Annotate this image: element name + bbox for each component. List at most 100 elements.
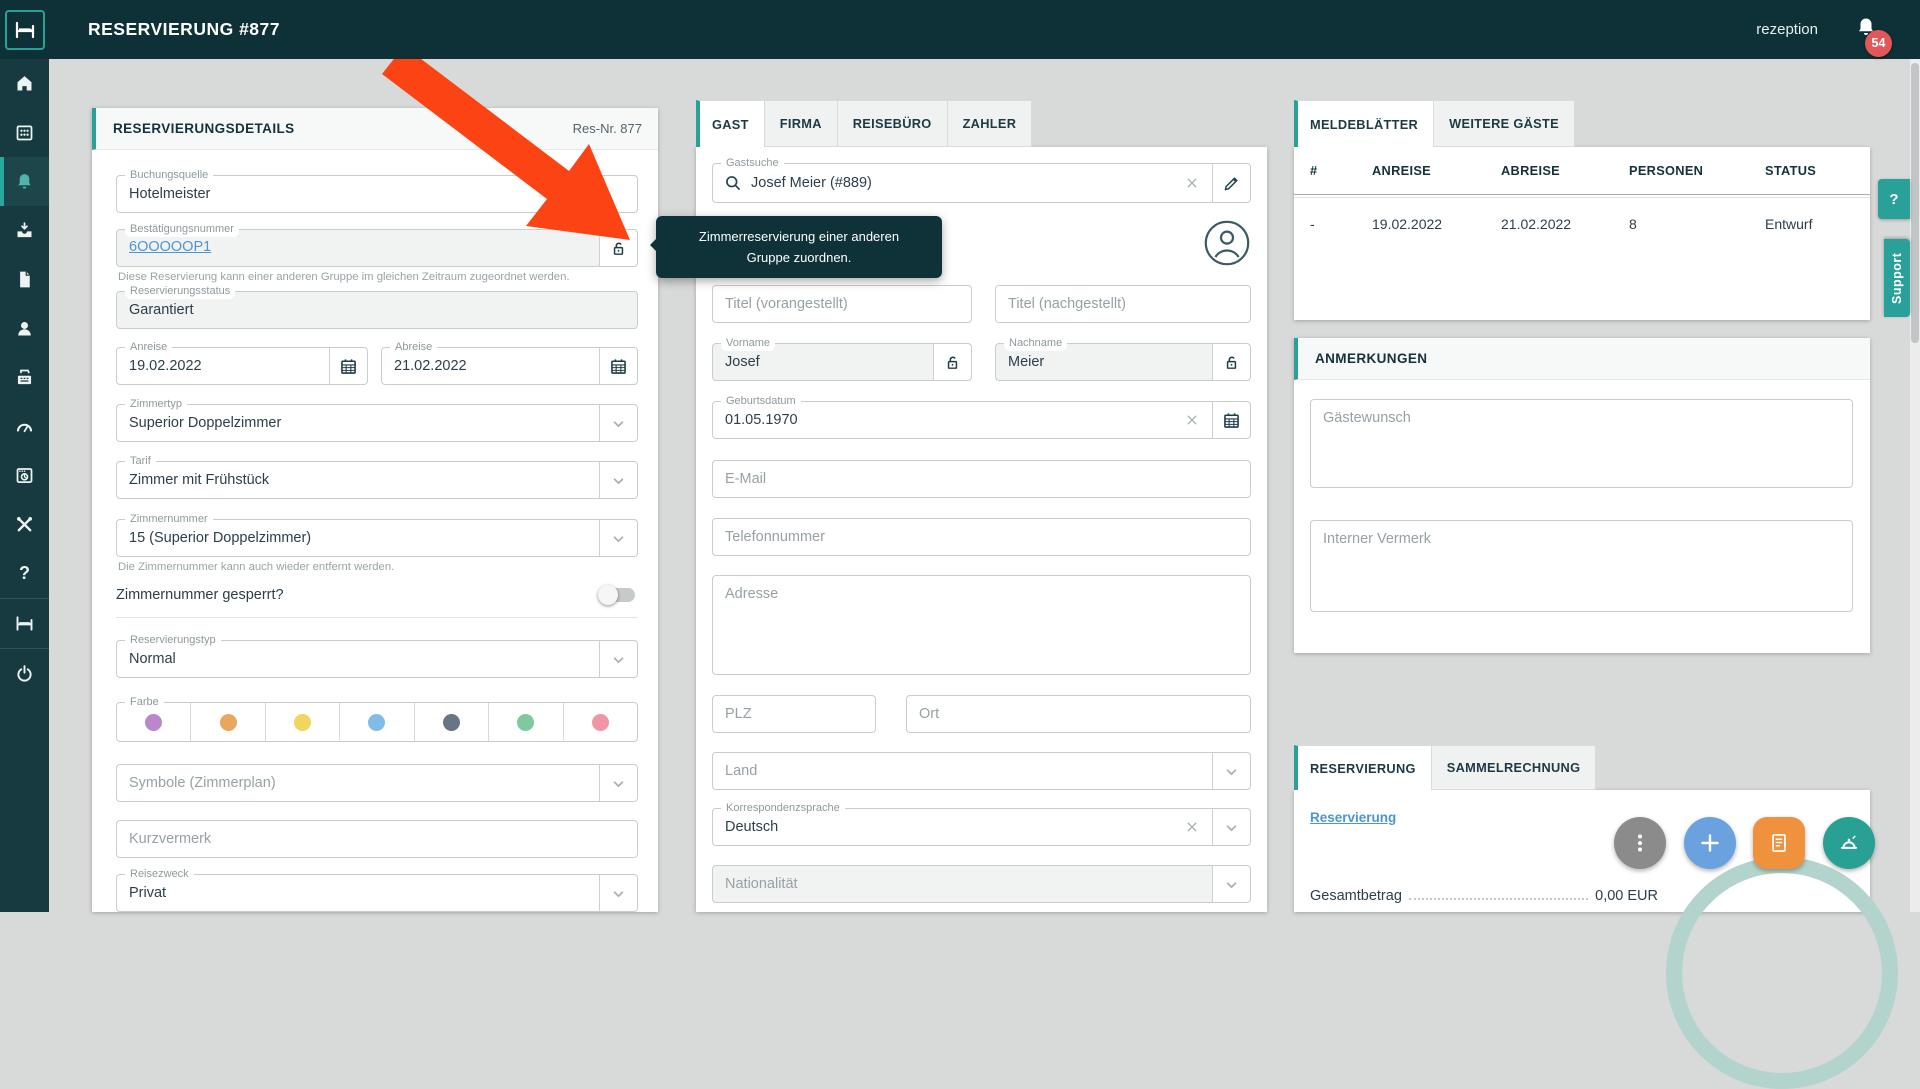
sidebar-item-home[interactable] <box>0 59 49 108</box>
short-note-input[interactable] <box>117 821 637 857</box>
clear-birth-date-icon[interactable] <box>1183 411 1201 429</box>
scrollbar-thumb[interactable] <box>1911 63 1919 343</box>
chevron-down-icon[interactable] <box>599 641 637 677</box>
city-input[interactable] <box>907 696 1250 732</box>
swatch-dot <box>592 714 609 731</box>
service-bell-icon <box>1836 830 1862 856</box>
country-input[interactable] <box>713 753 1250 789</box>
panel-title: RESERVIERUNGSDETAILS <box>113 121 295 136</box>
calendar-icon[interactable] <box>599 348 637 384</box>
registration-table-row[interactable]: - 19.02.2022 21.02.2022 8 Entwurf <box>1294 197 1870 249</box>
sidebar-item-checkin[interactable] <box>0 206 49 255</box>
chevron-down-icon[interactable] <box>599 765 637 801</box>
cell-status: Entwurf <box>1765 216 1854 232</box>
group-lock-button[interactable] <box>599 230 637 266</box>
edit-guest-button[interactable] <box>1212 164 1250 202</box>
email-input[interactable] <box>713 461 1250 497</box>
sidebar-item-documents[interactable] <box>0 255 49 304</box>
color-swatch-yellow[interactable] <box>266 703 340 741</box>
sidebar-item-dashboard[interactable] <box>0 402 49 451</box>
page-title: RESERVIERUNG #877 <box>88 19 280 40</box>
tab-reisebuero[interactable]: REISEBÜRO <box>838 100 948 147</box>
chevron-down-icon[interactable] <box>1212 866 1250 902</box>
color-swatch-blue[interactable] <box>340 703 414 741</box>
nationality-input[interactable] <box>713 866 1250 902</box>
chevron-down-icon[interactable] <box>1212 753 1250 789</box>
internal-note-textarea[interactable] <box>1310 520 1853 612</box>
notifications-button[interactable]: 54 <box>1854 15 1880 45</box>
tab-firma[interactable]: FIRMA <box>765 100 838 147</box>
color-swatch-orange[interactable] <box>191 703 265 741</box>
zip-input[interactable] <box>713 696 875 732</box>
toggle-knob <box>598 585 618 605</box>
phone-input[interactable] <box>713 519 1250 555</box>
tab-weitere-gaeste[interactable]: WEITERE GÄSTE <box>1434 100 1575 147</box>
chevron-down-icon[interactable] <box>599 875 637 911</box>
guest-wish-textarea[interactable] <box>1310 399 1853 488</box>
title-pre-input[interactable] <box>713 286 971 322</box>
reservation-link[interactable]: Reservierung <box>1310 810 1396 825</box>
calendar-icon[interactable] <box>1212 402 1250 438</box>
last-name-lock-button[interactable] <box>1212 344 1250 380</box>
panel-title: ANMERKUNGEN <box>1315 351 1427 366</box>
symbols-input[interactable] <box>117 765 637 801</box>
reception-bell-fab[interactable] <box>1823 817 1875 869</box>
field-label: Reisezweck <box>125 867 194 882</box>
clear-language-icon[interactable] <box>1183 818 1201 836</box>
tab-zahler[interactable]: ZAHLER <box>948 100 1033 147</box>
sidebar-item-help[interactable]: ? <box>0 549 49 598</box>
chevron-down-icon[interactable] <box>599 405 637 441</box>
confirmation-number-field: Bestätigungsnummer 6OOOOOP1 <box>116 229 638 267</box>
guest-search-input[interactable] <box>713 164 1250 202</box>
swatch-dot <box>368 714 385 731</box>
tab-meldeblaetter[interactable]: MELDEBLÄTTER <box>1294 100 1434 147</box>
sidebar-item-logout[interactable] <box>0 649 49 698</box>
field-label: Tarif <box>125 454 156 469</box>
field-label: Reservierungsstatus <box>125 284 235 299</box>
room-number-helper-text: Die Zimmernummer kann auch wieder entfer… <box>118 561 636 573</box>
clear-guest-icon[interactable] <box>1183 174 1201 192</box>
color-swatch-green[interactable] <box>489 703 563 741</box>
sidebar-item-reports[interactable] <box>0 451 49 500</box>
calendar-icon[interactable] <box>329 348 367 384</box>
support-button[interactable]: Support <box>1884 239 1910 317</box>
email-field <box>712 460 1251 498</box>
sidebar-item-cash-register[interactable] <box>0 353 49 402</box>
invoice-fab[interactable] <box>1753 817 1805 869</box>
reports-window-icon <box>14 465 35 486</box>
chevron-down-icon[interactable] <box>599 520 637 556</box>
travel-purpose-select: Reisezweck <box>116 874 638 912</box>
rate-input[interactable] <box>117 462 637 498</box>
chevron-down-icon[interactable] <box>599 462 637 498</box>
guest-avatar-button[interactable] <box>1203 219 1251 267</box>
sidebar-item-settings-tools[interactable] <box>0 500 49 549</box>
field-label: Zimmertyp <box>125 397 187 412</box>
help-button[interactable]: ? <box>1878 179 1910 219</box>
tab-sammelrechnung[interactable]: SAMMELRECHNUNG <box>1432 745 1597 790</box>
bed-icon <box>14 613 35 634</box>
tab-gast[interactable]: GAST <box>696 100 765 147</box>
sidebar-item-reservations[interactable] <box>0 157 49 206</box>
tab-reservierung[interactable]: RESERVIERUNG <box>1294 745 1432 790</box>
sidebar-item-roomplan[interactable] <box>0 108 49 157</box>
travel-purpose-input[interactable] <box>117 875 637 911</box>
add-fab[interactable] <box>1684 817 1736 869</box>
field-label: Gastsuche <box>721 156 784 171</box>
address-textarea[interactable] <box>712 575 1251 675</box>
more-actions-fab[interactable] <box>1614 817 1666 869</box>
sidebar-item-hotel[interactable] <box>0 599 49 648</box>
color-swatch-pink[interactable] <box>564 703 637 741</box>
room-lock-toggle[interactable] <box>600 588 635 602</box>
room-type-input[interactable] <box>117 405 637 441</box>
col-number: # <box>1310 163 1372 178</box>
sidebar-item-guests[interactable] <box>0 304 49 353</box>
departure-date-field: Abreise <box>381 347 638 385</box>
color-swatch-gray[interactable] <box>415 703 489 741</box>
reservation-number: Res-Nr. 877 <box>573 121 642 136</box>
title-post-input[interactable] <box>996 286 1250 322</box>
nationality-select <box>712 865 1251 903</box>
first-name-lock-button[interactable] <box>933 344 971 380</box>
chevron-down-icon[interactable] <box>1212 809 1250 845</box>
reservation-details-panel: RESERVIERUNGSDETAILS Res-Nr. 877 Buchung… <box>92 108 658 912</box>
cash-register-icon <box>14 367 35 388</box>
